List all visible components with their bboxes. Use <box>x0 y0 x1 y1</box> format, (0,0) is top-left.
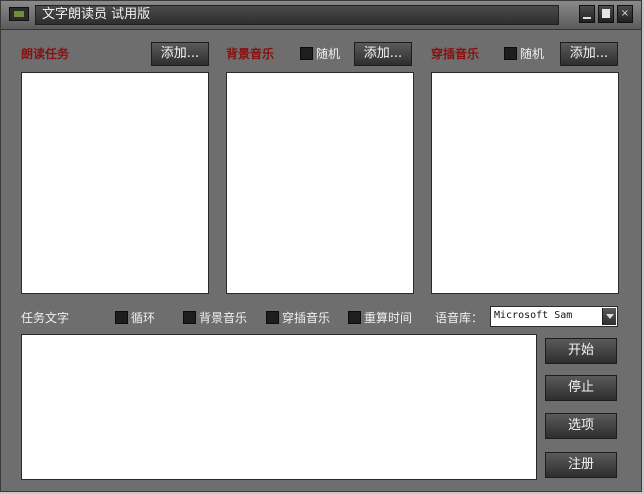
maximize-button[interactable] <box>598 5 614 23</box>
read-task-list[interactable] <box>21 72 209 294</box>
insert-music-option-checkbox[interactable] <box>266 311 279 324</box>
background-music-label: 背景音乐 <box>226 47 275 61</box>
insert-music-list[interactable] <box>431 72 619 294</box>
background-music-list[interactable] <box>226 72 414 294</box>
insert-music-random-label: 随机 <box>520 47 545 61</box>
start-button[interactable]: 开始 <box>545 338 617 364</box>
insert-music-option-label: 穿插音乐 <box>282 311 331 325</box>
voice-library-select[interactable]: Microsoft Sam <box>490 306 618 327</box>
read-task-label: 朗读任务 <box>21 47 70 61</box>
window-title: 文字朗读员 试用版 <box>42 7 151 22</box>
read-task-add-button[interactable]: 添加... <box>151 42 209 66</box>
chevron-down-icon[interactable] <box>602 308 616 325</box>
minimize-button[interactable] <box>579 5 595 23</box>
app-window: 文字朗读员 试用版 × 朗读任务 添加... 背景音乐 随机 添加... 穿插音… <box>0 0 642 492</box>
recalculate-time-label: 重算时间 <box>364 311 413 325</box>
task-text-label: 任务文字 <box>21 311 70 325</box>
title-plate: 文字朗读员 试用版 <box>35 5 559 25</box>
background-music-option-checkbox[interactable] <box>183 311 196 324</box>
options-button[interactable]: 选项 <box>545 413 617 439</box>
background-music-random-checkbox[interactable] <box>300 47 313 60</box>
voice-library-label: 语音库： <box>435 311 484 325</box>
loop-label: 循环 <box>131 311 156 325</box>
insert-music-label: 穿插音乐 <box>431 47 480 61</box>
task-text-area[interactable] <box>21 334 537 480</box>
close-button[interactable]: × <box>617 5 633 23</box>
voice-library-value: Microsoft Sam <box>494 310 573 321</box>
loop-checkbox[interactable] <box>115 311 128 324</box>
insert-music-add-button[interactable]: 添加... <box>560 42 618 66</box>
register-button[interactable]: 注册 <box>545 452 617 478</box>
insert-music-random-checkbox[interactable] <box>504 47 517 60</box>
stop-button[interactable]: 停止 <box>545 375 617 401</box>
background-music-random-label: 随机 <box>316 47 341 61</box>
background-music-option-label: 背景音乐 <box>199 311 248 325</box>
background-music-add-button[interactable]: 添加... <box>354 42 412 66</box>
app-icon <box>9 7 29 21</box>
title-bar[interactable]: 文字朗读员 试用版 × <box>1 1 641 30</box>
recalculate-time-checkbox[interactable] <box>348 311 361 324</box>
